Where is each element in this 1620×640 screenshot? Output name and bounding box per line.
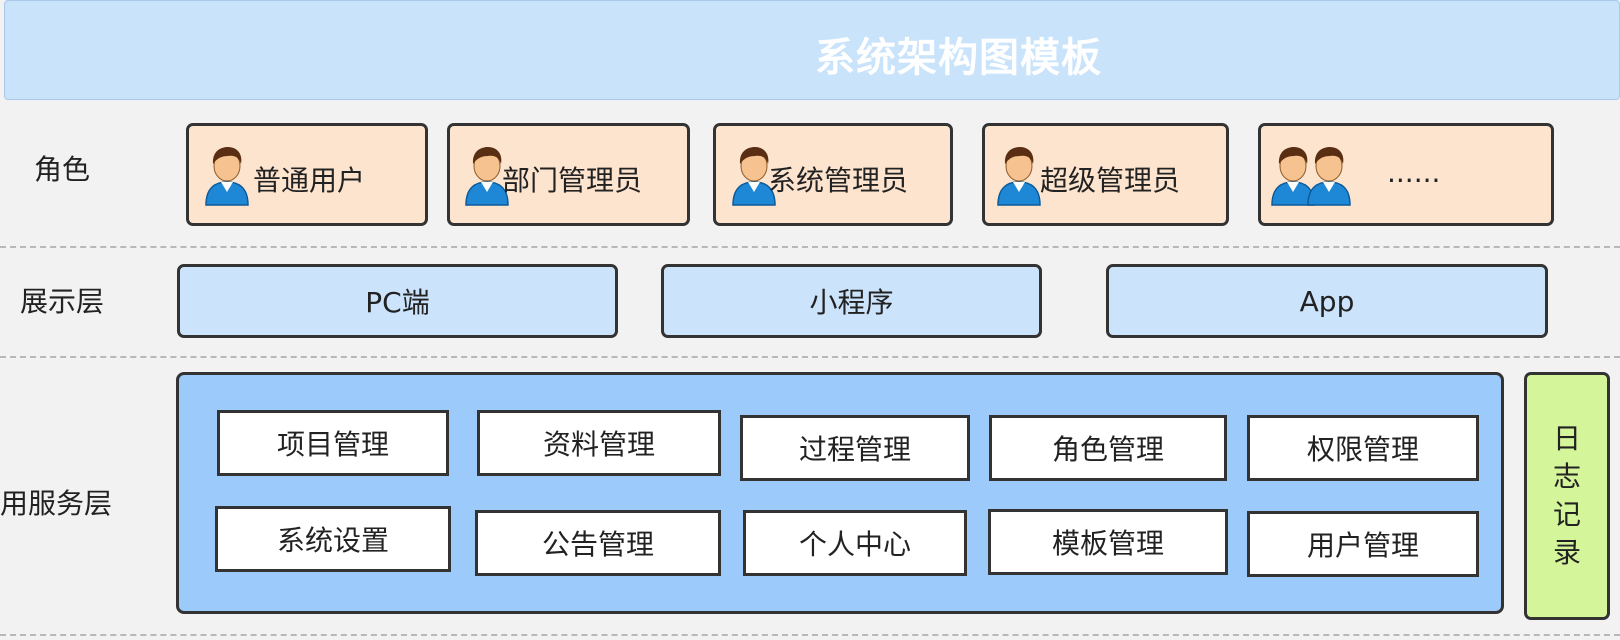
service-item: 模板管理 bbox=[988, 509, 1228, 575]
role-label: 超级管理员 bbox=[1040, 164, 1181, 197]
presentation-box: 小程序 bbox=[661, 264, 1042, 338]
log-char: 记 bbox=[1552, 498, 1581, 531]
role-label: 系统管理员 bbox=[768, 164, 909, 197]
role-label: 普通用户 bbox=[253, 164, 366, 197]
presentation-layer-label: 展示层 bbox=[20, 285, 105, 318]
log-char: 志 bbox=[1552, 460, 1581, 493]
service-item: 公告管理 bbox=[475, 510, 721, 576]
presentation-box: App bbox=[1106, 264, 1548, 338]
user-icon bbox=[203, 144, 251, 206]
role-layer-label: 角色 bbox=[34, 153, 91, 186]
role-label: ...... bbox=[1387, 156, 1441, 189]
service-layer-label: 应用服务层 bbox=[0, 487, 113, 520]
service-item: 过程管理 bbox=[740, 415, 970, 481]
presentation-box: PC端 bbox=[177, 264, 618, 338]
divider bbox=[0, 246, 1620, 248]
service-item: 资料管理 bbox=[477, 410, 721, 476]
log-char: 录 bbox=[1552, 536, 1581, 569]
diagram-title: 系统架构图模板 bbox=[815, 35, 1102, 81]
service-item: 项目管理 bbox=[217, 410, 449, 476]
role-box: 部门管理员 bbox=[447, 123, 690, 226]
service-item: 个人中心 bbox=[743, 510, 967, 576]
user-icon bbox=[995, 144, 1043, 206]
log-char: 日 bbox=[1552, 422, 1581, 455]
service-item: 系统设置 bbox=[215, 506, 451, 572]
role-box: 普通用户 bbox=[186, 123, 428, 226]
service-item: 权限管理 bbox=[1247, 415, 1479, 481]
title-bar: 系统架构图模板 bbox=[4, 0, 1620, 100]
role-box: 超级管理员 bbox=[982, 123, 1229, 226]
role-label: 部门管理员 bbox=[502, 164, 643, 197]
service-item: 用户管理 bbox=[1247, 511, 1479, 577]
divider bbox=[0, 356, 1620, 358]
role-box: ...... bbox=[1258, 123, 1554, 226]
service-item: 角色管理 bbox=[989, 415, 1227, 481]
service-panel: 项目管理 资料管理 过程管理 角色管理 权限管理 系统设置 公告管理 个人中心 … bbox=[176, 372, 1504, 614]
log-box: 日 志 记 录 bbox=[1524, 372, 1610, 620]
role-box: 系统管理员 bbox=[713, 123, 953, 226]
divider bbox=[0, 634, 1620, 636]
user-icon bbox=[1305, 144, 1353, 206]
